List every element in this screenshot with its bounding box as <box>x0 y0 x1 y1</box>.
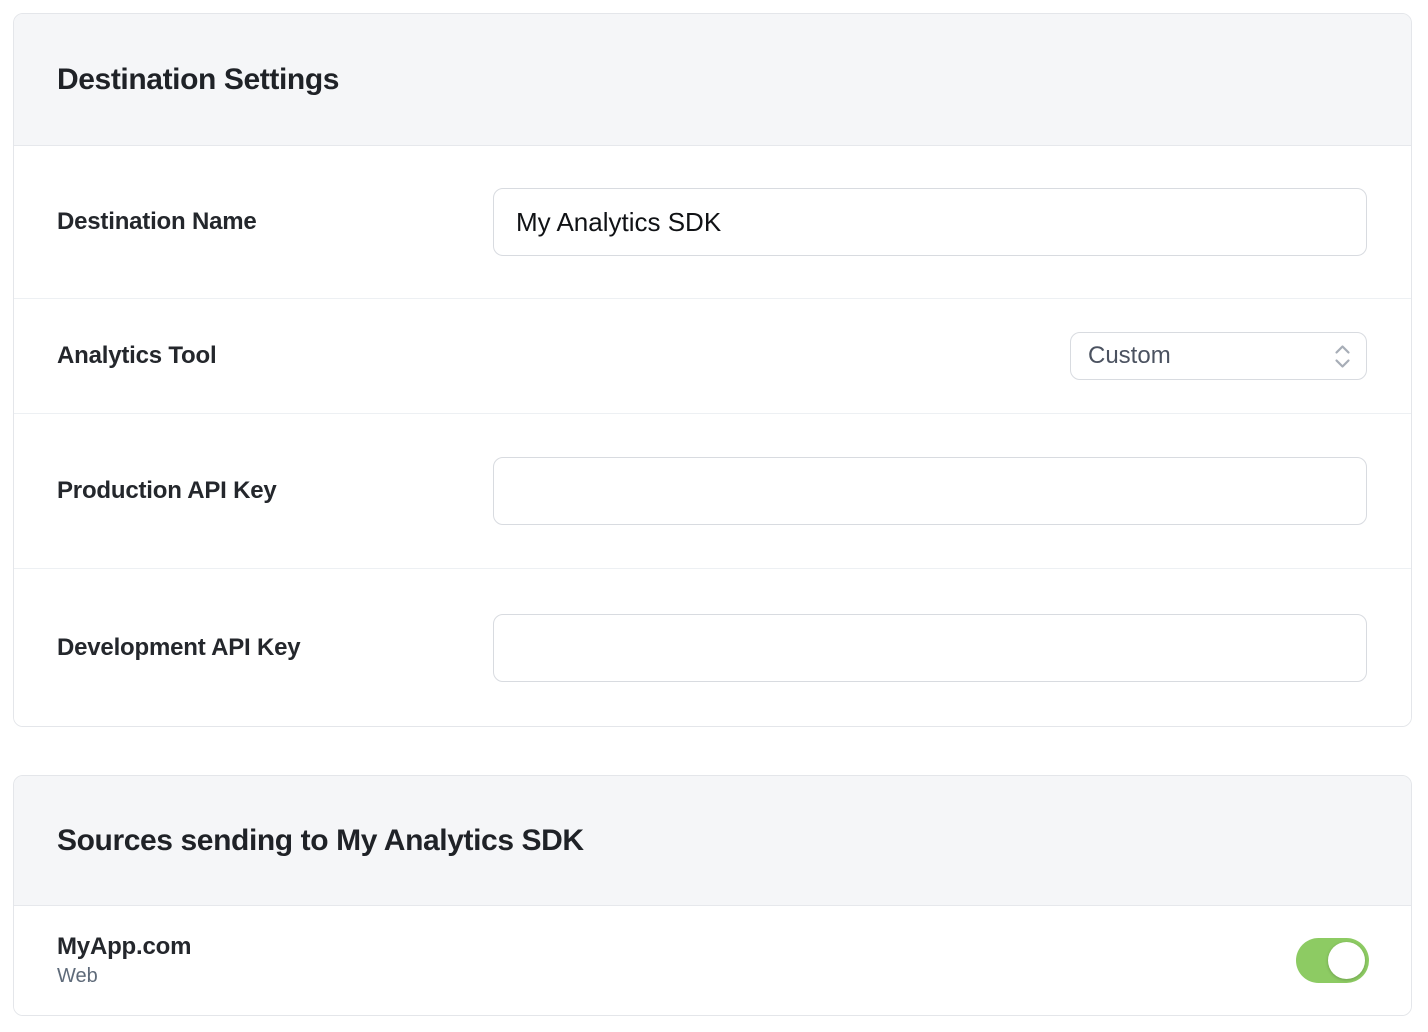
destination-settings-title: Destination Settings <box>57 63 339 97</box>
chevron-updown-icon <box>1334 343 1351 370</box>
analytics-tool-select[interactable]: Custom <box>1070 332 1367 380</box>
destination-name-label: Destination Name <box>57 208 493 236</box>
development-api-key-row: Development API Key <box>14 569 1411 726</box>
source-row-myapp: MyApp.com Web <box>14 906 1411 1015</box>
source-type: Web <box>57 965 191 988</box>
source-name: MyApp.com <box>57 933 191 961</box>
source-info: MyApp.com Web <box>57 933 191 988</box>
analytics-tool-label: Analytics Tool <box>57 342 493 370</box>
development-api-key-label: Development API Key <box>57 634 493 662</box>
development-api-key-input[interactable] <box>493 614 1367 682</box>
production-api-key-field-area <box>493 457 1367 525</box>
development-api-key-field-area <box>493 614 1367 682</box>
destination-name-field-area <box>493 188 1367 256</box>
source-enabled-toggle[interactable] <box>1296 938 1369 983</box>
production-api-key-input[interactable] <box>493 457 1367 525</box>
toggle-knob <box>1328 942 1365 979</box>
destination-settings-card: Destination Settings Destination Name An… <box>13 13 1412 727</box>
sources-header: Sources sending to My Analytics SDK <box>14 776 1411 906</box>
analytics-tool-row: Analytics Tool Custom <box>14 299 1411 414</box>
production-api-key-row: Production API Key <box>14 414 1411 569</box>
destination-name-row: Destination Name <box>14 146 1411 299</box>
destination-settings-header: Destination Settings <box>14 14 1411 146</box>
production-api-key-label: Production API Key <box>57 477 493 505</box>
settings-page: Destination Settings Destination Name An… <box>0 0 1428 1016</box>
destination-name-input[interactable] <box>493 188 1367 256</box>
sources-title: Sources sending to My Analytics SDK <box>57 824 584 858</box>
analytics-tool-field-area: Custom <box>493 332 1367 380</box>
analytics-tool-selected-value: Custom <box>1088 342 1171 370</box>
sources-card: Sources sending to My Analytics SDK MyAp… <box>13 775 1412 1016</box>
